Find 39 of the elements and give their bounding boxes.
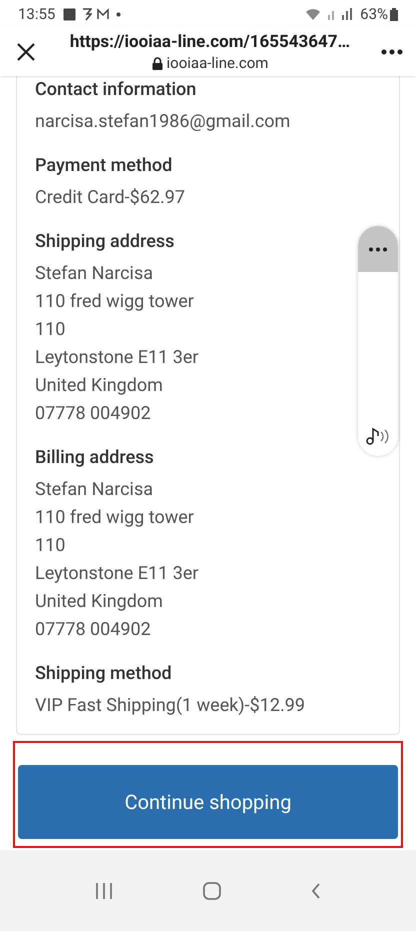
detail-text: 110	[35, 318, 66, 342]
status-time: 13:55	[18, 4, 56, 25]
detail-text: Leytonstone E11 3er	[35, 346, 198, 370]
back-icon[interactable]	[311, 882, 321, 898]
detail-text: narcisa.stefan1986@gmail.com	[35, 110, 290, 134]
section-heading: Contact information	[35, 78, 196, 102]
close-icon	[16, 42, 36, 62]
page-url: https://iooiaa-line.com/165543647…	[70, 31, 350, 53]
detail-text: 110	[35, 534, 66, 558]
dot-icon	[116, 12, 122, 16]
battery-percentage: 63%	[360, 4, 388, 25]
detail-text: Stefan Narcisa	[35, 478, 154, 502]
detail-text: Credit Card-$62.97	[35, 186, 185, 210]
section-heading: Billing address	[35, 446, 154, 470]
continue-shopping-button[interactable]: Continue shopping	[18, 765, 398, 839]
lock-icon	[152, 56, 163, 70]
detail-text: United Kingdom	[35, 374, 163, 398]
mail-icon	[97, 8, 110, 20]
detail-text: 07778 004902	[35, 402, 151, 426]
home-icon[interactable]	[203, 882, 221, 900]
music-sound-icon[interactable]	[366, 426, 390, 446]
detail-text: 07778 004902	[35, 618, 151, 642]
bolt-icon	[82, 8, 92, 20]
detail-text: 110 fred wigg tower	[35, 290, 194, 314]
site-domain: iooiaa-line.com	[166, 53, 268, 73]
detail-text: VIP Fast Shipping(1 week)-$12.99	[35, 694, 305, 718]
more-icon	[368, 246, 388, 252]
battery-icon	[390, 8, 398, 20]
section-heading: Payment method	[35, 154, 172, 178]
gallery-icon	[63, 8, 76, 20]
widget-menu-button[interactable]	[358, 226, 398, 272]
section-heading: Shipping address	[35, 230, 174, 254]
detail-text: Stefan Narcisa	[35, 262, 154, 286]
detail-text: 110 fred wigg tower	[35, 506, 194, 530]
detail-text: Leytonstone E11 3er	[35, 562, 198, 586]
recent-apps-icon[interactable]	[95, 882, 113, 898]
section-heading: Shipping method	[35, 662, 172, 686]
detail-text: United Kingdom	[35, 590, 163, 614]
more-icon	[381, 49, 403, 55]
